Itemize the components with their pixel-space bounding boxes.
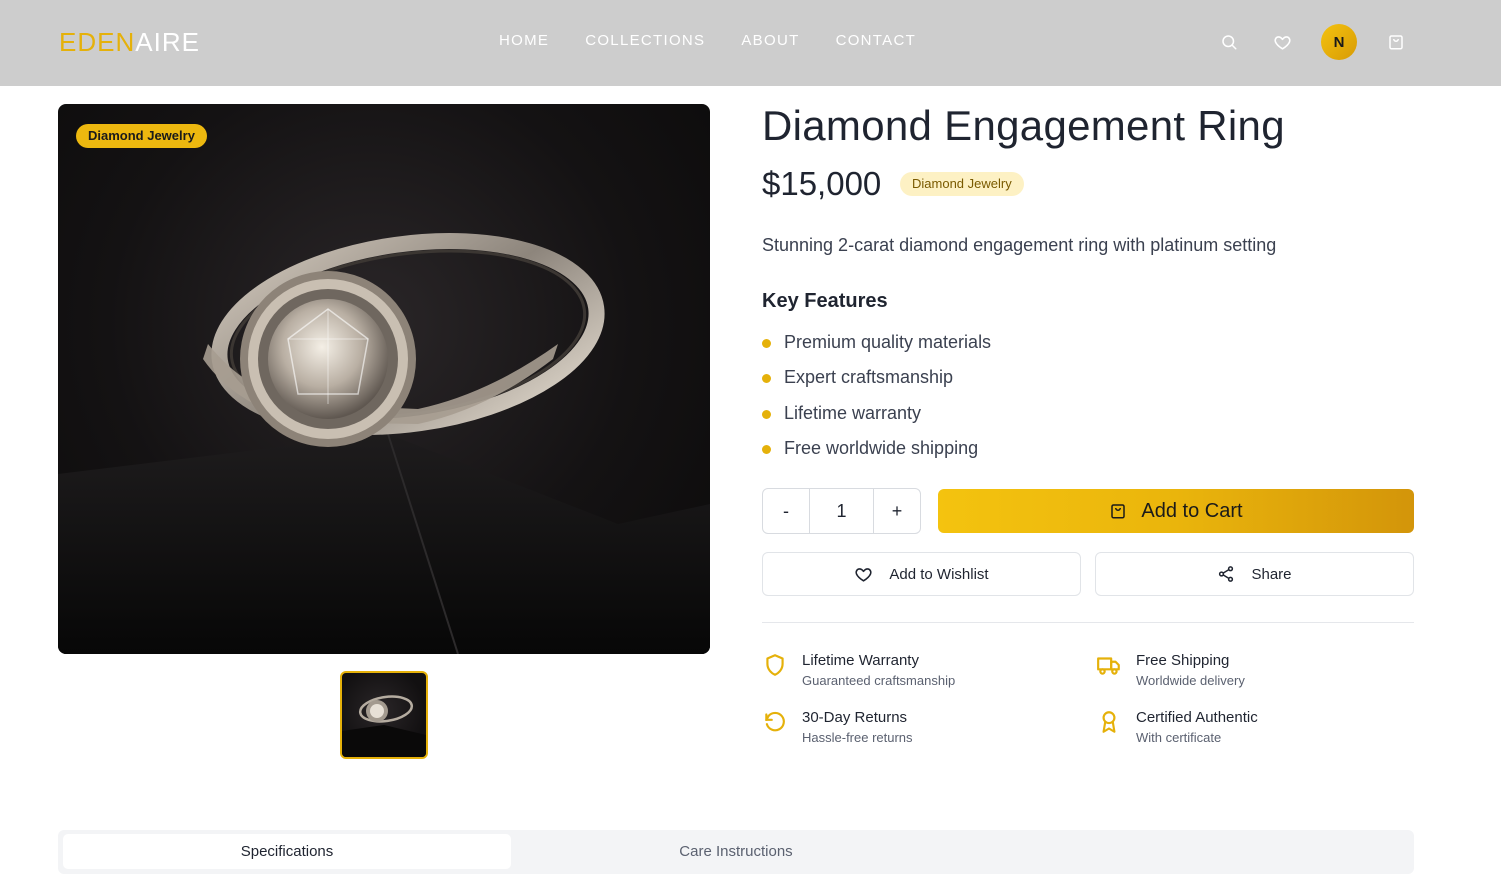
feature-item: Lifetime warranty — [762, 401, 991, 436]
feature-item: Premium quality materials — [762, 330, 991, 365]
tab-specifications[interactable]: Specifications — [63, 834, 511, 869]
rotate-ccw-icon — [762, 709, 788, 735]
add-to-cart-button[interactable]: Add to Cart — [938, 489, 1414, 533]
wishlist-label: Add to Wishlist — [889, 565, 989, 583]
feature-item: Free worldwide shipping — [762, 436, 991, 471]
perk-subtitle: Guaranteed craftsmanship — [802, 673, 956, 688]
product-description: Stunning 2-carat diamond engagement ring… — [762, 235, 1277, 255]
tab-care-instructions[interactable]: Care Instructions — [511, 834, 961, 869]
increase-quantity-button[interactable]: + — [874, 489, 920, 533]
site-header: EDENAIRE HOME COLLECTIONS ABOUT CONTACT … — [0, 0, 1501, 86]
decrease-quantity-button[interactable]: - — [763, 489, 809, 533]
perk-title: Certified Authentic — [1136, 709, 1258, 726]
perk-free-shipping: Free Shipping Worldwide delivery — [1096, 652, 1245, 689]
product-price: $15,000 — [762, 165, 882, 202]
perk-subtitle: With certificate — [1136, 730, 1222, 745]
main-nav: HOME COLLECTIONS ABOUT CONTACT — [499, 31, 916, 51]
key-features-list: Premium quality materials Expert craftsm… — [762, 330, 991, 471]
quantity-stepper: - 1 + — [762, 488, 921, 534]
perk-returns: 30-Day Returns Hassle-free returns — [762, 709, 913, 746]
logo-part-2: AIRE — [135, 27, 200, 57]
add-to-cart-label: Add to Cart — [1141, 499, 1243, 522]
product-tabs: Specifications Care Instructions — [58, 830, 1414, 874]
perk-subtitle: Worldwide delivery — [1136, 673, 1245, 688]
nav-collections[interactable]: COLLECTIONS — [585, 31, 705, 51]
perk-certified: Certified Authentic With certificate — [1096, 709, 1258, 746]
logo[interactable]: EDENAIRE — [59, 27, 200, 57]
product-title: Diamond Engagement Ring — [762, 102, 1285, 149]
nav-home[interactable]: HOME — [499, 31, 549, 51]
divider — [762, 622, 1414, 623]
add-to-wishlist-button[interactable]: Add to Wishlist — [762, 552, 1081, 596]
nav-contact[interactable]: CONTACT — [836, 31, 916, 51]
perk-subtitle: Hassle-free returns — [802, 730, 913, 745]
logo-part-1: EDEN — [59, 27, 136, 57]
avatar[interactable]: N — [1321, 24, 1357, 60]
heart-icon — [854, 565, 873, 584]
shopping-bag-icon[interactable] — [1385, 31, 1407, 53]
category-badge: Diamond Jewelry — [900, 172, 1024, 196]
award-icon — [1096, 709, 1122, 735]
perk-lifetime-warranty: Lifetime Warranty Guaranteed craftsmansh… — [762, 652, 955, 689]
share-button[interactable]: Share — [1095, 552, 1414, 596]
search-icon[interactable] — [1218, 31, 1240, 53]
feature-item: Expert craftsmanship — [762, 365, 991, 400]
thumbnail-ring-image — [342, 695, 426, 757]
key-features-title: Key Features — [762, 290, 888, 312]
truck-icon — [1096, 652, 1122, 678]
nav-about[interactable]: ABOUT — [741, 31, 799, 51]
shield-icon — [762, 652, 788, 678]
perk-title: 30-Day Returns — [802, 709, 908, 726]
shopping-bag-icon — [1109, 502, 1127, 520]
product-thumbnail[interactable] — [340, 671, 428, 759]
share-label: Share — [1251, 565, 1292, 583]
product-main-image: Diamond Jewelry — [58, 104, 710, 654]
image-category-badge: Diamond Jewelry — [76, 124, 207, 148]
perk-title: Free Shipping — [1136, 652, 1230, 669]
perk-title: Lifetime Warranty — [802, 652, 919, 669]
quantity-value[interactable]: 1 — [809, 489, 874, 533]
ring-image — [58, 233, 710, 654]
share-icon — [1217, 565, 1235, 583]
heart-icon[interactable] — [1271, 31, 1293, 53]
